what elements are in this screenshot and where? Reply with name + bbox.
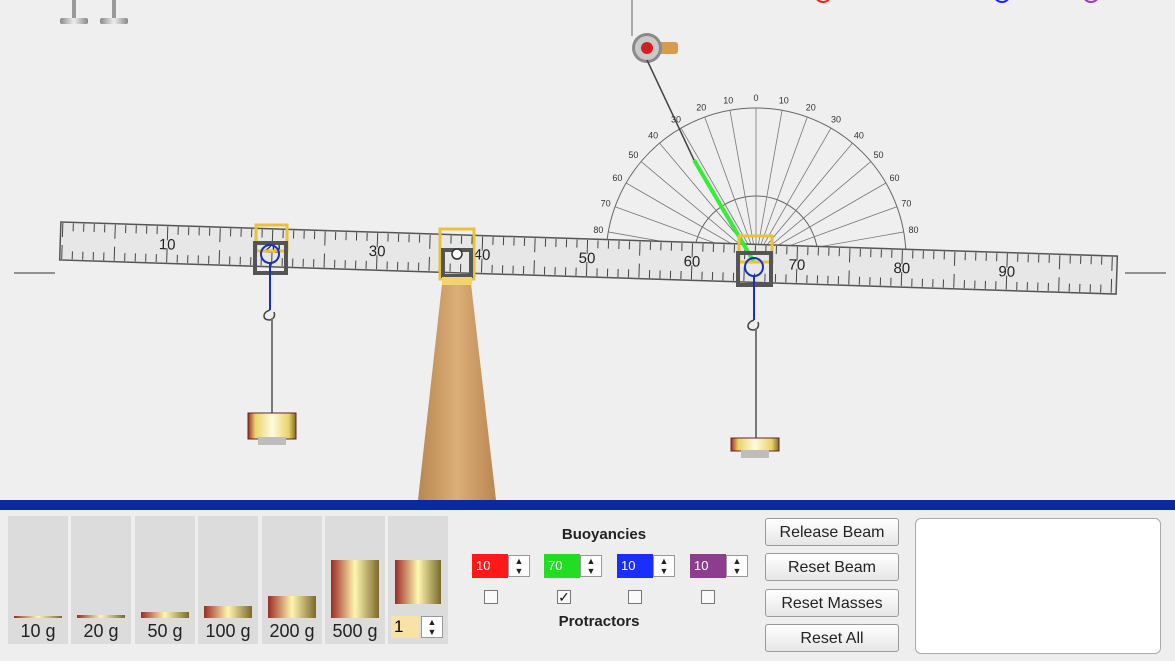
mass-icon [331,560,379,618]
mass-label: 50 g [147,621,183,641]
buoyancy-green[interactable]: 70 ▲ ▼ [544,554,602,578]
mass-tile-20g[interactable]: 20 g [71,516,131,644]
buoyancy-purple-spinner[interactable]: ▲ ▼ [726,555,748,577]
scene-canvas: 9080706050403020100102030405060708090 10… [14,0,1166,500]
reset-all-button[interactable]: Reset All [765,624,899,652]
reset-masses-button[interactable]: Reset Masses [765,589,899,617]
protractor-label: 10 [779,95,789,105]
mass-icon [395,560,441,604]
mass-icon [14,616,62,618]
beam-support [418,275,496,500]
ruler-label: 10 [159,236,176,254]
red-indicator-icon [816,0,830,3]
simulation-scene: 9080706050403020100102030405060708090 10… [0,0,1175,502]
mass-icon [141,612,189,618]
protractor-label: 40 [854,130,864,140]
protractor-label: 30 [831,114,841,124]
left-mass-weight[interactable] [247,412,297,445]
spin-down-icon[interactable]: ▼ [654,566,674,576]
control-panel: 10 g 20 g 50 g 100 g 200 g 500 g 1 ▲ ▼ B… [0,510,1175,661]
buoyancy-purple[interactable]: 10 ▲ ▼ [690,554,748,578]
protractor-label: 0 [753,93,758,103]
mass-label: 100 g [205,621,251,641]
spin-down-icon[interactable]: ▼ [727,566,747,576]
reset-beam-button[interactable]: Reset Beam [765,553,899,581]
buoyancy-red-value[interactable]: 10 [472,554,508,578]
beam-ruler[interactable]: 10 20 30 40 50 60 70 80 90 [58,221,1119,295]
protractor-checkbox-green[interactable]: ✓ [557,590,571,604]
buoyancy-red[interactable]: 10 ▲ ▼ [472,554,530,578]
protractor-ray [640,161,748,251]
check-icon: ✓ [558,589,570,605]
mass-quantity-value[interactable]: 1 [391,616,419,638]
ruler-label: 30 [368,243,385,261]
ruler-label: 90 [998,263,1015,281]
protractor-label: 50 [628,150,638,160]
spin-down-icon[interactable]: ▼ [509,566,529,576]
mass-label: 200 g [269,621,315,641]
protractor-checkbox-purple[interactable] [701,590,715,604]
spin-up-icon[interactable]: ▲ [422,617,442,627]
right-mass-weight[interactable] [730,437,780,458]
ruler-label: 40 [473,246,490,264]
mass-tile-200g[interactable]: 200 g [262,516,322,644]
mass-icon [268,596,316,618]
protractor-checkbox-red[interactable] [484,590,498,604]
protractor-ray [764,161,872,251]
protractor-ray [763,142,853,250]
protractor-checkbox-blue[interactable] [628,590,642,604]
buoyancy-green-value[interactable]: 70 [544,554,580,578]
readout-box [915,518,1161,654]
spin-up-icon[interactable]: ▲ [727,556,747,566]
mass-tile-10g[interactable]: 10 g [8,516,68,644]
buoyancy-blue-spinner[interactable]: ▲ ▼ [653,555,675,577]
spin-up-icon[interactable]: ▲ [509,556,529,566]
mass-icon [77,615,125,618]
stored-weights-icon[interactable] [60,0,128,24]
ruler-label: 50 [578,250,595,268]
protractor-label: 10 [723,95,733,105]
mass-label: 10 g [20,621,56,641]
protractor-label: 60 [890,173,900,183]
buoyancy-purple-value[interactable]: 10 [690,554,726,578]
spin-down-icon[interactable]: ▼ [581,566,601,576]
mass-quantity-stepper[interactable]: 1 ▲ ▼ [389,614,447,640]
protractor-label: 20 [696,103,706,113]
mass-label: 500 g [332,621,378,641]
protractors-title: Protractors [558,613,640,630]
mass-tile-500g[interactable]: 500 g [325,516,385,644]
spin-down-icon[interactable]: ▼ [422,627,442,637]
panel-divider [0,500,1175,510]
purple-indicator-icon [1084,0,1098,3]
protractor-ray [757,110,783,247]
protractor-label: 70 [601,198,611,208]
spin-up-icon[interactable]: ▲ [581,556,601,566]
mass-icon [204,606,252,618]
protractor-label: 70 [901,198,911,208]
protractor-label: 60 [612,173,622,183]
release-beam-button[interactable]: Release Beam [765,518,899,546]
ruler-label: 70 [788,256,805,274]
buoyancy-green-spinner[interactable]: ▲ ▼ [580,555,602,577]
protractor-label: 80 [909,225,919,235]
blue-indicator-icon [995,0,1009,3]
protractor-label: 80 [593,225,603,235]
buoyancies-title: Buoyancies [561,526,647,543]
buoyancy-blue[interactable]: 10 ▲ ▼ [617,554,675,578]
buoyancy-blue-value[interactable]: 10 [617,554,653,578]
protractor-label: 40 [648,130,658,140]
mass-tile-100g[interactable]: 100 g [198,516,258,644]
pulley[interactable] [631,0,678,63]
buoyancy-red-spinner[interactable]: ▲ ▼ [508,555,530,577]
protractor-label: 20 [806,103,816,113]
mass-tile-50g[interactable]: 50 g [135,516,195,644]
spin-up-icon[interactable]: ▲ [654,556,674,566]
protractor-label: 50 [874,150,884,160]
mass-quantity-spinner[interactable]: ▲ ▼ [421,616,443,638]
mass-label: 20 g [83,621,119,641]
ruler-label: 60 [683,253,700,271]
ruler-label: 80 [893,260,910,278]
